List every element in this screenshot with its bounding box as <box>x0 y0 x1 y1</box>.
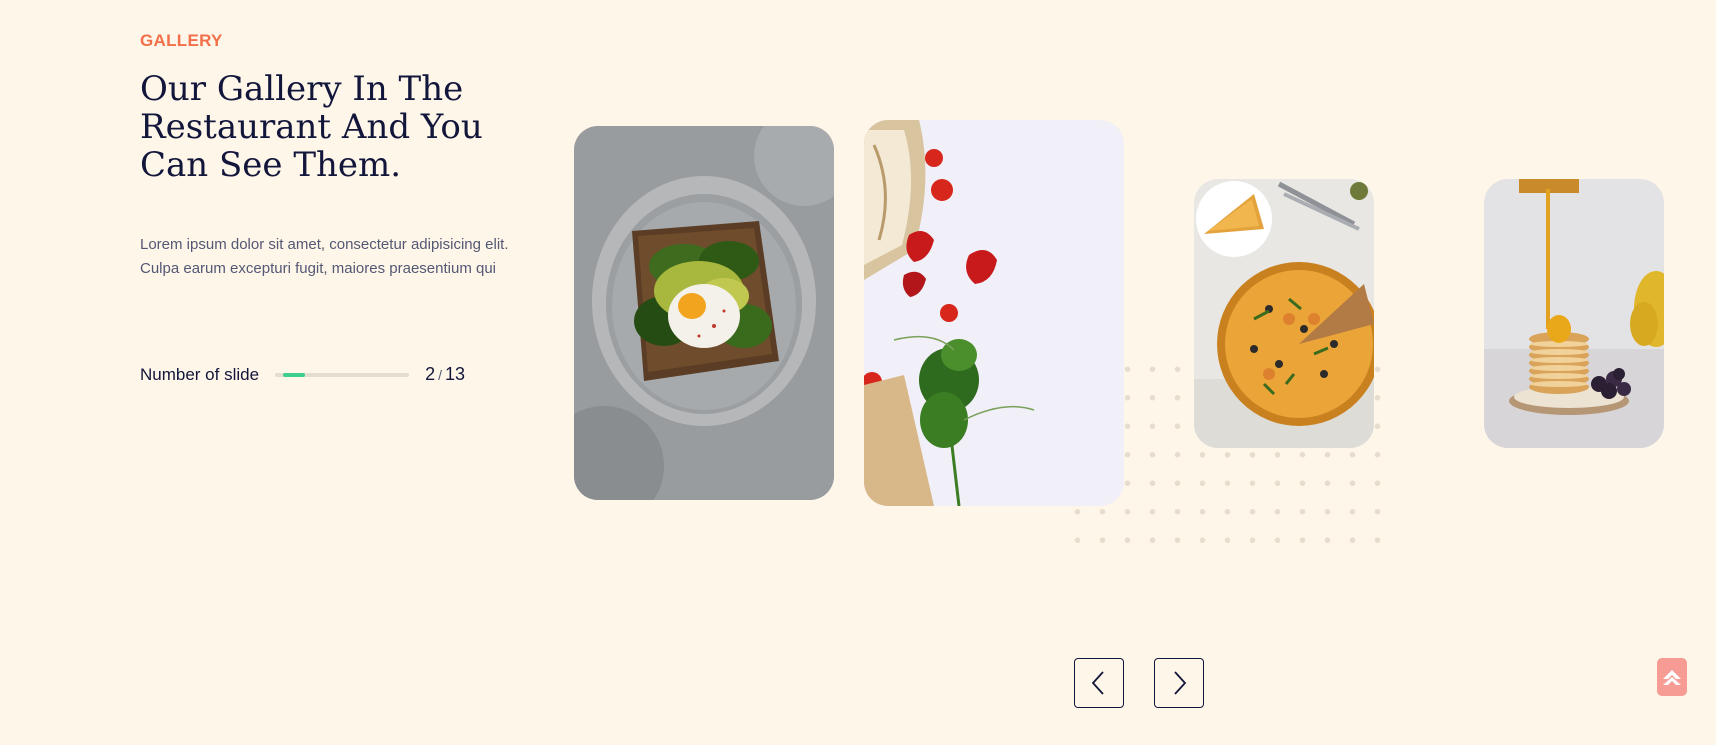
pancakes-image <box>1484 179 1664 448</box>
section-eyebrow: GALLERY <box>140 31 223 50</box>
slide-current: 2 <box>425 364 436 384</box>
section-description: Lorem ipsum dolor sit amet, consectetur … <box>140 236 509 277</box>
arrow-up-icon <box>1663 670 1681 685</box>
slide-progress-track <box>275 372 410 377</box>
slide-progress-label: Number of slide <box>140 364 260 384</box>
slide-counter: 2/13 <box>425 362 465 387</box>
section-title: Our Gallery In The Restaurant And You Ca… <box>140 69 483 185</box>
slide-separator: / <box>438 367 442 383</box>
pizza-image <box>1194 179 1374 448</box>
next-slide-button[interactable] <box>1154 658 1204 708</box>
chevron-left-icon <box>1091 671 1104 695</box>
gallery-card-ingredients[interactable] <box>864 120 1124 506</box>
slide-progress: Number of slide 2/13 <box>140 362 465 387</box>
prev-slide-button[interactable] <box>1074 658 1124 708</box>
slide-progress-fill <box>283 372 306 377</box>
gallery-card-pizza[interactable] <box>1194 179 1374 448</box>
back-to-top-button[interactable] <box>1657 658 1687 696</box>
gallery-section: GALLERY Our Gallery In The Restaurant An… <box>0 0 1716 745</box>
gallery-card-avocado-toast[interactable] <box>574 126 834 500</box>
avocado-toast-image <box>574 126 834 500</box>
chevron-right-icon <box>1174 671 1187 695</box>
slide-total: 13 <box>444 364 465 384</box>
ingredients-image <box>864 120 1124 506</box>
gallery-card-pancakes[interactable] <box>1484 179 1664 448</box>
